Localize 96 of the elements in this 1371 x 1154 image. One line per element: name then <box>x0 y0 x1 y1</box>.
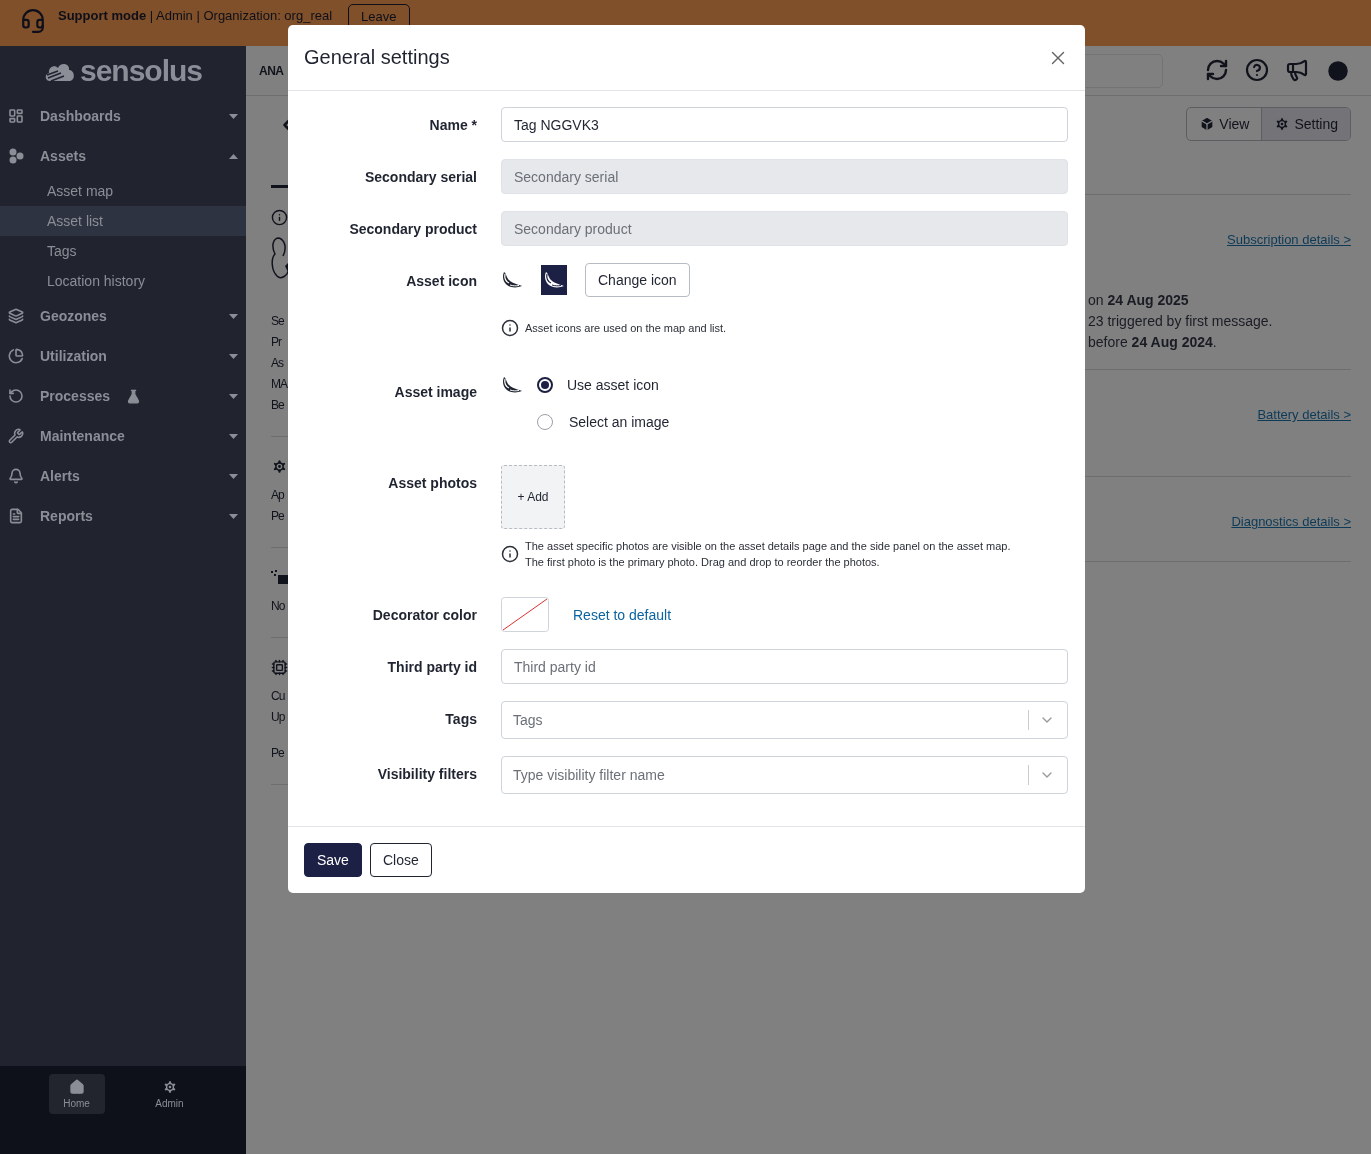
nav-subitem[interactable]: Asset map <box>0 176 246 206</box>
hint-text: The asset specific photos are visible on the asset details page and the side panel on the asset map. The first photo is the primary photo. Drag and drop to reorder the photos. <box>525 539 1011 570</box>
field-label: Asset photos <box>388 474 477 493</box>
radio-label: Select an image <box>569 414 670 430</box>
text-fragment: No <box>271 598 286 615</box>
details-link[interactable]: Diagnostics details > <box>1231 514 1351 529</box>
caret-icon <box>229 393 238 399</box>
nav-item[interactable]: Reports <box>0 496 246 536</box>
pie-chart-icon <box>8 348 24 364</box>
refresh-icon[interactable] <box>1205 57 1229 82</box>
text-fragment: Pe <box>271 508 285 525</box>
view-toggle-button[interactable]: View <box>1187 108 1262 140</box>
settings-icon <box>271 457 288 475</box>
text-field: Secondary product <box>501 211 1068 246</box>
caret-icon <box>229 473 238 479</box>
text-fragment: Pr <box>271 334 283 351</box>
nav-subitem[interactable]: Location history <box>0 266 246 296</box>
change-icon-button[interactable]: Change icon <box>585 263 690 297</box>
close-button[interactable]: Close <box>369 843 432 877</box>
layers-icon <box>8 308 24 324</box>
circles-icon <box>8 148 24 164</box>
settings-icon <box>161 1079 178 1095</box>
details-link[interactable]: Subscription details > <box>1227 232 1351 247</box>
detail-text: on 24 Aug 2025 <box>1088 291 1190 310</box>
caret-icon <box>229 313 238 319</box>
document-icon <box>8 508 24 524</box>
bottom-nav-button[interactable]: Home <box>48 1074 105 1114</box>
bell-icon <box>8 468 24 484</box>
bottom-nav-button[interactable]: Admin <box>141 1074 198 1114</box>
chip-icon <box>271 658 288 676</box>
text-fragment: As <box>271 355 285 372</box>
details-link[interactable]: Battery details > <box>1257 407 1351 422</box>
info-icon <box>271 208 288 226</box>
radio-button[interactable] <box>537 377 553 393</box>
field-label: Third party id <box>387 658 477 677</box>
select-field[interactable]: Type visibility filter name <box>501 756 1068 794</box>
text-fragment: Ap <box>271 487 285 504</box>
help-icon[interactable] <box>1245 57 1269 82</box>
field-label: Name * <box>429 116 477 135</box>
field-label: Asset image <box>394 383 477 402</box>
megaphone-icon[interactable] <box>1285 57 1309 82</box>
detail-text: before 24 Aug 2024. <box>1088 333 1218 352</box>
nav-item[interactable]: Dashboards <box>0 96 246 136</box>
cube-icon <box>1199 116 1216 132</box>
add-photo-button[interactable]: + Add <box>501 465 565 529</box>
field-label: Tags <box>445 710 477 729</box>
caret-icon <box>229 353 238 359</box>
select-field[interactable]: Tags <box>501 701 1068 739</box>
settings-icon <box>1274 116 1291 132</box>
info-icon <box>501 545 519 563</box>
text-field: Secondary serial <box>501 159 1068 194</box>
field-label: Secondary serial <box>364 168 477 187</box>
fruit-icon <box>501 375 523 395</box>
text-field[interactable]: Third party id <box>501 649 1068 684</box>
support-icon <box>20 8 46 34</box>
page-title: ANA <box>259 63 284 78</box>
save-button[interactable]: Save <box>304 843 362 877</box>
nav-item[interactable]: Processes <box>0 376 246 416</box>
nav-item[interactable]: Utilization <box>0 336 246 376</box>
pixel-icon <box>271 570 288 584</box>
detail-text: 23 triggered by first message. <box>1088 312 1274 331</box>
fruit-icon <box>501 270 523 290</box>
cycle-icon <box>8 388 24 404</box>
text-fragment: MA <box>271 376 289 393</box>
caret-icon <box>229 113 238 119</box>
text-fragment: Se <box>271 313 285 330</box>
dashboard-icon <box>8 108 24 124</box>
text-fragment: Pe <box>271 745 285 762</box>
caret-icon <box>229 433 238 439</box>
hint-text: Asset icons are used on the map and list. <box>525 321 727 336</box>
field-label: Visibility filters <box>377 765 477 784</box>
field-label: Decorator color <box>372 606 477 625</box>
field-label: Secondary product <box>349 220 477 239</box>
text-field[interactable]: Tag NGGVK3 <box>501 107 1068 142</box>
nav-item[interactable]: Assets <box>0 136 246 176</box>
nav-subitem[interactable]: Tags <box>0 236 246 266</box>
wrench-icon <box>8 428 24 444</box>
home-icon <box>68 1079 85 1095</box>
radio-label: Use asset icon <box>567 377 659 393</box>
support-mode-text: Support mode | Admin | Organization: org_real <box>58 8 333 23</box>
nav-item[interactable]: Maintenance <box>0 416 246 456</box>
logo-text: sensolus <box>79 54 203 88</box>
field-label: Asset icon <box>406 272 477 291</box>
text-fragment: Be <box>271 397 285 414</box>
caret-icon <box>229 513 238 519</box>
text-fragment: Up <box>271 709 286 726</box>
nav-item[interactable]: Alerts <box>0 456 246 496</box>
empty-color-swatch[interactable] <box>501 597 549 632</box>
nav-subitem[interactable]: Asset list <box>0 206 246 236</box>
view-toggle-button[interactable]: Setting <box>1261 108 1350 140</box>
caret-icon <box>229 153 238 159</box>
info-icon <box>501 319 519 337</box>
dialog-title: General settings <box>304 46 450 69</box>
text-fragment: Cu <box>271 688 286 705</box>
nav-item[interactable]: Geozones <box>0 296 246 336</box>
reset-link[interactable]: Reset to default <box>573 606 672 623</box>
